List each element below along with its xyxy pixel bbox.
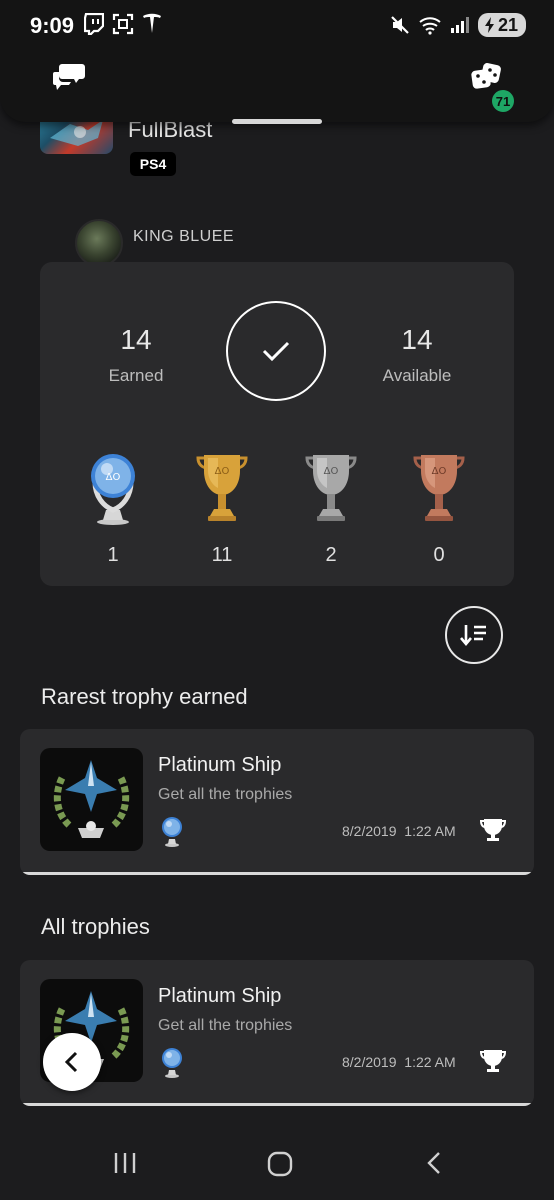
drag-handle[interactable] — [232, 119, 322, 124]
status-right-icons: 21 — [390, 13, 526, 37]
username: KING BLUEE — [133, 228, 235, 245]
recent-apps-icon — [114, 1153, 136, 1173]
battery-level: 21 — [497, 14, 518, 35]
wifi-icon — [419, 17, 441, 35]
chat-bubbles-icon[interactable] — [52, 62, 86, 97]
completion-indicator — [226, 301, 326, 401]
trophy-name: Platinum Ship — [158, 754, 282, 776]
trophy-name: Platinum Ship — [158, 985, 282, 1007]
scan-icon — [112, 13, 134, 35]
platinum-grade-icon — [160, 1046, 184, 1083]
trophy-summary-card: 14 Earned 14 Available ΔO ΔO ΔO ΔO 1 11 … — [40, 262, 514, 586]
bronze-count: 0 — [433, 544, 445, 566]
status-time: 9:09 — [30, 13, 75, 38]
status-bar: 9:09 21 — [0, 0, 554, 52]
sort-icon — [460, 625, 486, 647]
gold-trophy-icon: ΔO — [196, 455, 248, 521]
available-count: 14 — [401, 324, 433, 355]
twitch-icon — [84, 13, 104, 35]
home-icon — [267, 1151, 293, 1177]
earned-label: Earned — [108, 366, 164, 385]
system-nav-bar — [0, 1128, 554, 1200]
trophy-icon — [479, 817, 507, 848]
mute-icon — [391, 16, 409, 34]
card-underline — [20, 872, 534, 875]
platinum-trophy-icon: ΔO — [91, 454, 135, 525]
trophy-image — [40, 748, 143, 851]
bronze-trophy: ΔO — [399, 452, 479, 531]
charging-icon — [484, 17, 494, 33]
sort-button[interactable] — [445, 606, 503, 664]
trophy-description: Get all the trophies — [158, 786, 293, 803]
app-header: 71 — [0, 40, 554, 122]
trophy-icon — [479, 1048, 507, 1079]
battery-indicator: 21 — [477, 13, 526, 37]
bronze-trophy-icon: ΔO — [413, 455, 465, 521]
home-button[interactable] — [266, 1150, 294, 1183]
svg-text:ΔO: ΔO — [215, 466, 230, 477]
earned-count: 14 — [120, 324, 152, 355]
rarest-section-title: Rarest trophy earned — [41, 684, 248, 709]
silver-trophy: ΔO — [291, 452, 371, 531]
available-label: Available — [382, 366, 452, 385]
trophy-list-item[interactable]: Platinum Ship Get all the trophies 8/2/2… — [20, 960, 534, 1106]
trophy-description: Get all the trophies — [158, 1017, 293, 1034]
platinum-count: 1 — [107, 544, 119, 566]
card-underline — [20, 1103, 534, 1106]
trophy-date: 8/2/2019 1:22 AM — [342, 1054, 456, 1070]
chevron-left-icon — [64, 1051, 78, 1073]
system-back-button[interactable] — [424, 1150, 444, 1181]
svg-text:ΔO: ΔO — [106, 472, 121, 483]
platinum-grade-icon — [160, 815, 184, 852]
back-icon — [427, 1152, 440, 1174]
rarest-trophy-card[interactable]: Platinum Ship Get all the trophies 8/2/2… — [20, 729, 534, 875]
notification-badge: 71 — [490, 88, 516, 114]
trophy-date: 8/2/2019 1:22 AM — [342, 823, 456, 839]
silver-trophy-icon: ΔO — [305, 455, 357, 521]
svg-text:ΔO: ΔO — [432, 466, 447, 477]
silver-count: 2 — [325, 544, 337, 566]
checkmark-icon — [262, 341, 290, 362]
all-trophies-section-title: All trophies — [41, 914, 150, 939]
signal-icon — [450, 17, 469, 33]
gold-count: 11 — [211, 544, 233, 566]
platinum-trophy: ΔO — [73, 452, 153, 531]
recent-apps-button[interactable] — [112, 1150, 138, 1181]
avatar[interactable] — [75, 219, 123, 267]
gold-trophy: ΔO — [182, 452, 262, 531]
tesla-icon — [143, 13, 161, 33]
svg-text:ΔO: ΔO — [324, 466, 339, 477]
back-button[interactable] — [43, 1033, 101, 1091]
platform-badge: PS4 — [130, 152, 176, 176]
status-left-icons — [84, 13, 162, 35]
